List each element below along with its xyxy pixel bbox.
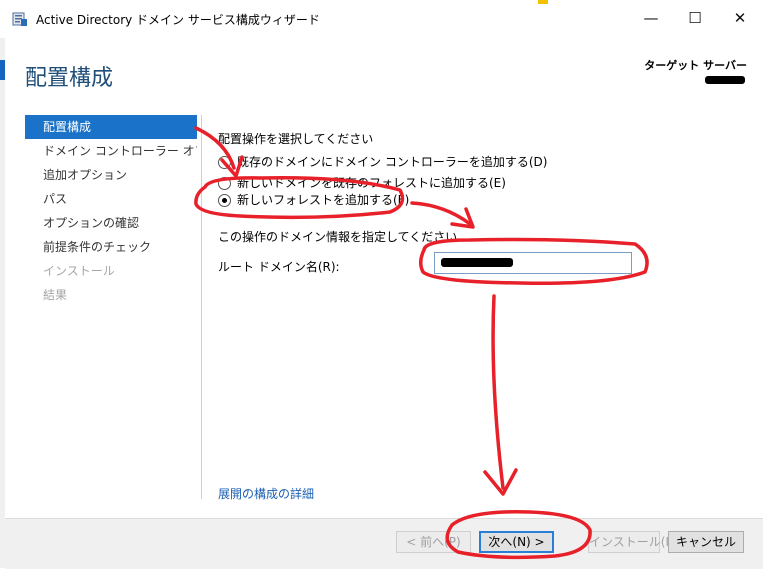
install-button: インストール(I) <box>588 531 674 553</box>
radio-add-new-forest[interactable]: 新しいフォレストを追加する(F) <box>218 191 409 209</box>
radio-add-dc-existing-domain[interactable]: 既存のドメインにドメイン コントローラーを追加する(D) <box>218 153 547 171</box>
radio-add-domain-existing-forest[interactable]: 新しいドメインを既存のフォレストに追加する(E) <box>218 174 506 192</box>
domain-info-label: この操作のドメイン情報を指定してください <box>218 230 458 244</box>
radio-unchecked-icon[interactable] <box>218 177 231 190</box>
radio-label: 新しいドメインを既存のフォレストに追加する(E) <box>237 176 506 190</box>
title-bar: Active Directory ドメイン サービス構成ウィザード — ☐ ✕ <box>0 0 769 38</box>
radio-checked-icon[interactable] <box>218 194 231 207</box>
wizard-footer: < 前へ(P) 次へ(N) > インストール(I) キャンセル <box>5 518 763 569</box>
select-operation-label: 配置操作を選択してください <box>218 132 374 146</box>
wizard-content: 配置構成 ターゲット サーバー 配置構成 ドメイン コントローラー オプシ...… <box>5 38 763 518</box>
target-server-name-redacted <box>705 76 745 84</box>
close-button[interactable]: ✕ <box>725 5 755 31</box>
title-accent-marker <box>538 0 548 4</box>
nav-item-additional-options[interactable]: 追加オプション <box>25 163 197 187</box>
next-button[interactable]: 次へ(N) > <box>479 531 554 553</box>
wizard-step-nav: 配置構成 ドメイン コントローラー オプシ... 追加オプション パス オプショ… <box>25 115 197 307</box>
radio-label: 既存のドメインにドメイン コントローラーを追加する(D) <box>237 155 548 169</box>
deployment-details-link[interactable]: 展開の構成の詳細 <box>218 485 314 502</box>
page-title: 配置構成 <box>25 66 114 91</box>
root-domain-value-redacted <box>441 258 513 267</box>
nav-item-installation: インストール <box>43 264 115 278</box>
nav-item-dc-options[interactable]: ドメイン コントローラー オプシ... <box>25 139 197 163</box>
nav-item-deployment-config[interactable]: 配置構成 <box>25 115 197 139</box>
nav-item-review-options[interactable]: オプションの確認 <box>25 211 197 235</box>
maximize-button[interactable]: ☐ <box>680 5 710 31</box>
radio-label: 新しいフォレストを追加する(F) <box>237 193 410 207</box>
prev-button: < 前へ(P) <box>396 531 471 553</box>
nav-item-prerequisites-check[interactable]: 前提条件のチェック <box>25 235 197 259</box>
nav-item-paths[interactable]: パス <box>25 187 197 211</box>
nav-item-results: 結果 <box>43 288 68 302</box>
ad-wizard-app-icon <box>12 12 27 26</box>
nav-divider <box>201 115 202 499</box>
radio-unchecked-icon[interactable] <box>218 156 231 169</box>
minimize-button[interactable]: — <box>636 5 666 31</box>
root-domain-label: ルート ドメイン名(R): <box>218 260 340 274</box>
window-title: Active Directory ドメイン サービス構成ウィザード <box>36 13 320 27</box>
target-server-label: ターゲット サーバー <box>644 59 747 72</box>
root-domain-input[interactable] <box>434 252 632 274</box>
cancel-button[interactable]: キャンセル <box>668 531 744 553</box>
